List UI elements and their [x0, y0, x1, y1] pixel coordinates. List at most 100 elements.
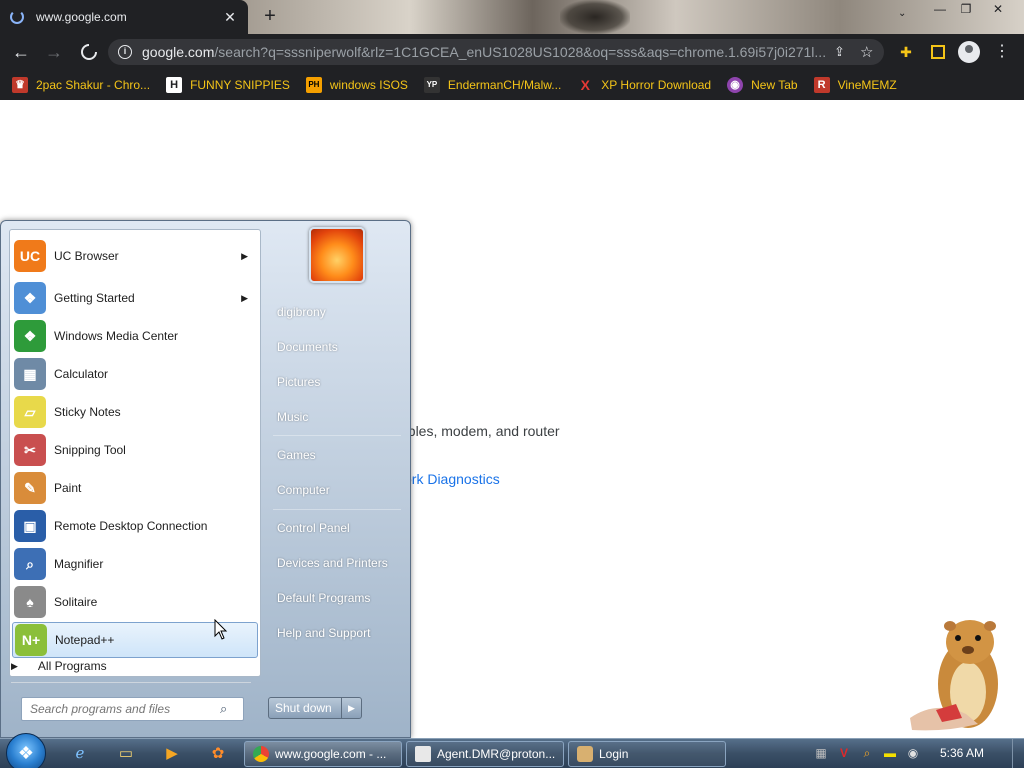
right-link-default-programs[interactable]: Default Programs — [277, 591, 370, 605]
taskbar-clock[interactable]: 5:36 AM — [940, 746, 984, 760]
x-icon: X — [580, 77, 590, 93]
search-icon[interactable]: ⌕ — [220, 701, 227, 717]
bookmark-item[interactable]: R VineMEMZ — [813, 77, 897, 93]
right-link-control-panel[interactable]: Control Panel — [277, 521, 350, 535]
bookmark-item[interactable]: H FUNNY SNIPPIES — [166, 77, 290, 93]
loading-spinner-icon — [10, 10, 24, 24]
program-label: Paint — [54, 481, 82, 495]
program-item-calculator[interactable]: ▦ Calculator — [12, 356, 258, 392]
profile-avatar-icon[interactable] — [958, 41, 980, 63]
taskbar-item-email[interactable]: Agent.DMR@proton... — [406, 741, 564, 767]
calculator-icon: ▦ — [14, 358, 46, 390]
forward-arrow-icon[interactable]: → — [42, 40, 66, 64]
program-label: Remote Desktop Connection — [54, 519, 208, 533]
solitaire-icon: ♠ — [14, 586, 46, 618]
all-programs-button[interactable]: ▶ All Programs — [11, 659, 107, 673]
close-window-button[interactable]: ✕ — [984, 0, 1012, 18]
windows-logo-icon: ❖ — [17, 743, 35, 763]
program-item-magnifier[interactable]: ⌕ Magnifier — [12, 546, 258, 582]
url-domain: google.com — [142, 44, 215, 60]
program-label: Snipping Tool — [54, 443, 126, 457]
program-item-windows-media-center[interactable]: ❖ Windows Media Center — [12, 318, 258, 354]
network-tray-icon[interactable]: ▦ — [812, 744, 830, 762]
program-item-getting-started[interactable]: ❖ Getting Started ▶ — [12, 280, 258, 316]
bookmark-item[interactable]: PH windows ISOS — [305, 77, 408, 93]
volume-tray-icon[interactable]: ◉ — [904, 744, 922, 762]
bookmark-label: New Tab — [751, 78, 798, 92]
magnifier-icon: ⌕ — [14, 548, 46, 580]
right-link-pictures[interactable]: Pictures — [277, 375, 320, 389]
snipping-tool-icon: ✂ — [14, 434, 46, 466]
shut-down-options-arrow-icon[interactable]: ▶ — [341, 698, 361, 718]
right-link-computer[interactable]: Computer — [277, 483, 330, 497]
paint-icon: ✎ — [14, 472, 46, 504]
uc-browser-taskbar-icon[interactable]: ✿ — [198, 741, 238, 767]
r-icon: R — [813, 77, 830, 93]
bookmark-star-icon[interactable]: ☆ — [860, 43, 878, 61]
right-link-documents[interactable]: Documents — [277, 340, 338, 354]
notepad-plus-plus-icon: N+ — [15, 624, 47, 656]
minimize-window-button[interactable]: — — [926, 0, 954, 18]
bookmark-item[interactable]: YP EndermanCH/Malw... — [423, 77, 561, 93]
tab-close-icon[interactable]: ✕ — [222, 9, 238, 26]
tab-search-icon[interactable]: ⌄ — [898, 8, 912, 19]
program-item-paint[interactable]: ✎ Paint — [12, 470, 258, 506]
extensions-puzzle-icon[interactable]: ✚ — [896, 42, 916, 62]
search-programs-input[interactable] — [30, 702, 220, 716]
mouse-cursor-icon — [214, 619, 228, 640]
internet-explorer-icon[interactable]: ℯ — [60, 741, 100, 767]
program-item-solitaire[interactable]: ♠ Solitaire — [12, 584, 258, 620]
show-desktop-button[interactable] — [1012, 739, 1024, 768]
remote-desktop-connection-icon: ▣ — [14, 510, 46, 542]
tab-strip: www.google.com ✕ — [0, 0, 1024, 34]
sticky-notes-icon: ▱ — [14, 396, 46, 428]
tupac-icon: ♛ — [12, 77, 28, 93]
program-list: UC UC Browser ▶ ❖ Getting Started ▶ ❖ Windows M… — [9, 229, 261, 677]
network-diagnostics-link[interactable]: ork Diagnostics — [404, 471, 500, 487]
active-tab[interactable]: www.google.com ✕ — [0, 0, 248, 34]
search-tray-icon[interactable]: ⌕ — [858, 744, 876, 762]
getting-started-icon: ❖ — [14, 282, 46, 314]
side-panel-icon[interactable] — [928, 42, 948, 62]
bookmark-item[interactable]: ◉ New Tab — [727, 77, 798, 93]
shut-down-button[interactable]: Shut down ▶ — [268, 697, 362, 719]
chrome-menu-icon[interactable]: ⋮ — [992, 42, 1012, 62]
start-button[interactable]: ❖ — [6, 733, 46, 768]
search-programs-box[interactable]: ⌕ — [21, 697, 244, 721]
program-label: Solitaire — [54, 595, 98, 609]
restore-window-button[interactable]: ❐ — [952, 0, 980, 18]
separator — [273, 435, 401, 436]
right-link-user[interactable]: digibrony — [277, 305, 326, 319]
address-bar[interactable]: i google.com /search?q=sssniperwolf&rlz=… — [108, 39, 884, 65]
bookmark-item[interactable]: X XP Horror Download — [577, 77, 712, 93]
program-item-uc-browser[interactable]: UC UC Browser ▶ — [12, 238, 258, 274]
submenu-arrow-icon[interactable]: ▶ — [241, 251, 248, 262]
program-label: Magnifier — [54, 557, 104, 571]
taskbar-item-chrome[interactable]: www.google.com - ... — [244, 741, 402, 767]
program-item-snipping-tool[interactable]: ✂ Snipping Tool — [12, 432, 258, 468]
hamster-sticker — [910, 620, 998, 731]
windows-media-center-icon: ❖ — [14, 320, 46, 352]
stop-loading-icon[interactable] — [77, 40, 101, 64]
user-account-picture[interactable] — [309, 227, 365, 283]
bookmark-item[interactable]: ♛ 2pac Shakur - Chro... — [12, 77, 150, 93]
new-tab-button[interactable]: + — [258, 4, 282, 28]
back-arrow-icon[interactable]: ← — [9, 40, 33, 64]
taskbar-item-login[interactable]: Login — [568, 741, 726, 767]
right-link-games[interactable]: Games — [277, 448, 316, 462]
shut-down-label: Shut down — [275, 701, 332, 715]
all-programs-arrow-icon: ▶ — [11, 660, 18, 671]
notes-tray-icon[interactable]: ▬ — [881, 744, 899, 762]
media-player-icon[interactable]: ▶ — [152, 741, 192, 767]
right-link-help-and-support[interactable]: Help and Support — [277, 626, 370, 640]
windows-explorer-icon[interactable]: ▭ — [106, 741, 146, 767]
submenu-arrow-icon[interactable]: ▶ — [241, 293, 248, 304]
share-icon[interactable]: ⇪ — [834, 44, 852, 60]
antivirus-tray-icon[interactable]: V — [835, 744, 853, 762]
h-icon: H — [166, 77, 183, 93]
right-link-devices-and-printers[interactable]: Devices and Printers — [277, 556, 388, 570]
program-item-remote-desktop-connection[interactable]: ▣ Remote Desktop Connection — [12, 508, 258, 544]
site-info-icon[interactable]: i — [118, 45, 132, 59]
program-item-sticky-notes[interactable]: ▱ Sticky Notes — [12, 394, 258, 430]
right-link-music[interactable]: Music — [277, 410, 308, 424]
